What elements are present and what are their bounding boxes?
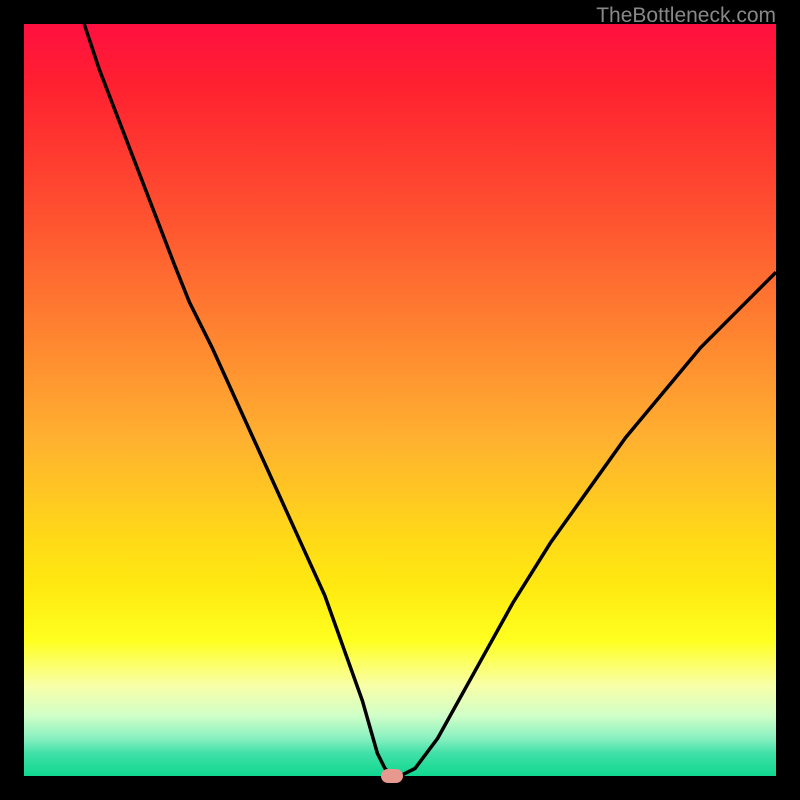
plot-area xyxy=(24,24,776,776)
bottleneck-curve xyxy=(24,24,776,776)
attribution-text: TheBottleneck.com xyxy=(596,4,776,28)
chart-container: TheBottleneck.com xyxy=(0,0,800,800)
optimal-point-marker xyxy=(381,769,403,783)
